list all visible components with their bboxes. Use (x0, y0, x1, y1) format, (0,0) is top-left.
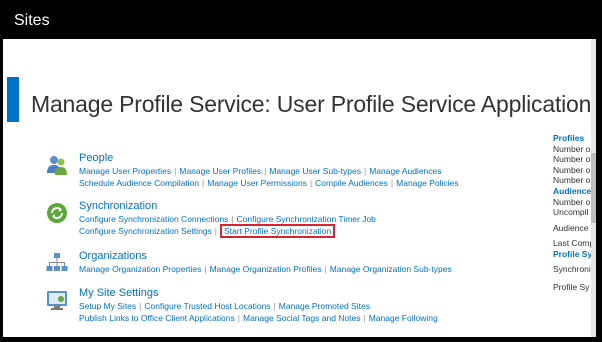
manage-org-profiles-link[interactable]: Manage Organization Profiles (210, 264, 322, 274)
manage-user-profiles-link[interactable]: Manage User Profiles (179, 166, 261, 176)
page-title: Manage Profile Service: User Profile Ser… (31, 91, 592, 117)
manage-policies-link[interactable]: Manage Policies (396, 178, 458, 188)
compile-audiences-link[interactable]: Compile Audiences (315, 178, 388, 188)
manage-user-permissions-link[interactable]: Manage User Permissions (207, 178, 307, 188)
manage-following-link[interactable]: Manage Following (369, 313, 438, 323)
stats-heading-profiles: Profiles (553, 133, 585, 143)
sites-link[interactable]: Sites (14, 12, 50, 30)
my-site-settings-title[interactable]: My Site Settings (79, 286, 499, 300)
schedule-audience-compilation-link[interactable]: Schedule Audience Compilation (79, 178, 199, 188)
mysite-links-row-1: Setup My Sites | Configure Trusted Host Lo… (79, 300, 499, 312)
organizations-title[interactable]: Organizations (79, 249, 499, 263)
manage-org-subtypes-link[interactable]: Manage Organization Sub-types (330, 264, 452, 274)
configure-sync-timer-job-link[interactable]: Configure Synchronization Timer Job (237, 214, 376, 224)
separator: | (231, 214, 234, 224)
separator: | (214, 226, 217, 236)
configure-sync-settings-link[interactable]: Configure Synchronization Settings (79, 226, 212, 236)
scrollbar-thumb[interactable] (591, 153, 596, 223)
sync-icon (47, 203, 67, 223)
suite-bar: Sites (3, 3, 596, 39)
configure-sync-connections-link[interactable]: Configure Synchronization Connections (79, 214, 228, 224)
configure-trusted-host-locations-link[interactable]: Configure Trusted Host Locations (144, 301, 270, 311)
people-links-row-1: Manage User Properties | Manage User Profi… (79, 165, 499, 177)
stats-label: Number o (553, 196, 591, 207)
stats-label: Number o (553, 154, 591, 165)
manage-social-tags-link[interactable]: Manage Social Tags and Notes (243, 313, 361, 323)
profile-stats-panel: Profiles Number o Number o Number o Numb… (553, 133, 596, 293)
org-chart-icon (46, 253, 68, 271)
stats-label: Profile Sy (553, 282, 590, 293)
stats-label: Audience (553, 222, 589, 233)
separator: | (273, 301, 276, 311)
synchronization-title[interactable]: Synchronization (79, 199, 499, 213)
people-links-row-2: Schedule Audience Compilation | Manage Use… (79, 177, 499, 189)
stats-label: Number o (553, 175, 591, 186)
separator: | (363, 166, 367, 176)
setup-my-sites-link[interactable]: Setup My Sites (79, 301, 136, 311)
publish-links-office-link[interactable]: Publish Links to Office Client Applicati… (79, 313, 235, 323)
start-profile-synchronization-link[interactable]: Start Profile Synchronization (220, 224, 336, 238)
my-site-icon (47, 291, 67, 310)
manage-promoted-sites-link[interactable]: Manage Promoted Sites (279, 301, 370, 311)
manage-org-properties-link[interactable]: Manage Organization Properties (79, 264, 201, 274)
separator: | (390, 178, 394, 188)
people-title[interactable]: People (79, 151, 499, 165)
app-window: Sites Manage Profile Service: User Profi… (3, 3, 596, 337)
people-icon (47, 156, 67, 175)
separator: | (363, 313, 366, 323)
stats-label: Last Comp (553, 238, 595, 249)
stats-heading-audiences: Audience (553, 185, 592, 196)
stats-label: Uncompil (553, 207, 589, 218)
stats-label: Number o (553, 143, 591, 154)
stats-label: Synchroni (553, 263, 591, 274)
org-links-row-1: Manage Organization Properties | Manage Or… (79, 263, 499, 275)
sync-links-row-2: Configure Synchronization Settings | Start… (79, 224, 499, 238)
manage-user-properties-link[interactable]: Manage User Properties (79, 166, 171, 176)
separator: | (324, 264, 327, 274)
mysite-links-row-2: Publish Links to Office Client Applicati… (79, 312, 499, 324)
title-accent-bar (7, 77, 19, 122)
manage-user-subtypes-link[interactable]: Manage User Sub-types (269, 166, 361, 176)
separator: | (309, 178, 313, 188)
stats-heading-profile-sync: Profile Sy (553, 248, 593, 259)
separator: | (237, 313, 240, 323)
stats-label: Number o (553, 164, 591, 175)
separator: | (204, 264, 207, 274)
manage-audiences-link[interactable]: Manage Audiences (369, 166, 441, 176)
